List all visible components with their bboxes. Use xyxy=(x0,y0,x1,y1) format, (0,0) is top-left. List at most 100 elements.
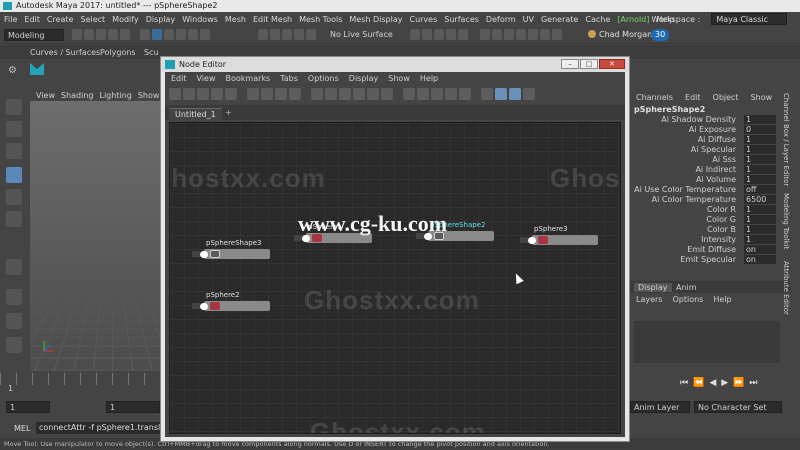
single-layout-icon[interactable] xyxy=(6,289,22,305)
live-surface-field[interactable]: No Live Surface xyxy=(330,30,393,39)
ne-output-icon[interactable] xyxy=(211,88,223,100)
menu-cache[interactable]: Cache xyxy=(585,15,610,24)
layer-menu-help[interactable]: Help xyxy=(713,295,731,304)
snap-curve-icon[interactable] xyxy=(270,29,280,40)
menu-uv[interactable]: UV xyxy=(523,15,534,24)
mask-icon-2[interactable] xyxy=(188,29,198,40)
menu-windows[interactable]: Windows xyxy=(182,15,218,24)
ne-menu-display[interactable]: Display xyxy=(349,74,379,86)
ne-menu-bookmarks[interactable]: Bookmarks xyxy=(225,74,270,86)
ne-custom-mode-icon[interactable] xyxy=(353,88,365,100)
channel-row[interactable]: Color R 1 xyxy=(630,205,780,215)
ne-show-grid-icon[interactable] xyxy=(509,88,521,100)
channel-row[interactable]: Color B 1 xyxy=(630,225,780,235)
channel-value-field[interactable]: 1 xyxy=(744,115,776,124)
channel-menu-channels[interactable]: Channels xyxy=(636,93,673,102)
go-to-start-icon[interactable]: ⏮ xyxy=(680,378,688,388)
mask-icon[interactable] xyxy=(176,29,186,40)
layer-menu-options[interactable]: Options xyxy=(672,295,703,304)
menu-select[interactable]: Select xyxy=(80,15,105,24)
channel-row[interactable]: Ai Exposure 0 xyxy=(630,125,780,135)
node-graph[interactable]: Ghostxx.com Ghostxx.com Ghostxx.com Ghos… xyxy=(169,122,621,434)
output-port[interactable] xyxy=(200,251,207,258)
channel-row[interactable]: Ai Diffuse 1 xyxy=(630,135,780,145)
add-tab-button[interactable]: + xyxy=(225,108,232,117)
menu-display[interactable]: Display xyxy=(146,15,176,24)
workspace-dropdown[interactable]: Maya Classic xyxy=(711,13,787,25)
ne-input-icon[interactable] xyxy=(197,88,209,100)
snap-view-icon[interactable] xyxy=(294,29,304,40)
channel-value-field[interactable]: 0 xyxy=(744,125,776,134)
menu-create[interactable]: Create xyxy=(47,15,74,24)
ne-menu-options[interactable]: Options xyxy=(308,74,339,86)
viewport-menu-shading[interactable]: Shading xyxy=(61,91,94,100)
channel-value-field[interactable]: off xyxy=(744,185,776,194)
channel-menu-edit[interactable]: Edit xyxy=(685,93,701,102)
node-grip-icon[interactable] xyxy=(192,251,200,257)
character-set-field[interactable]: No Character Set xyxy=(694,401,782,413)
outliner-layout-icon[interactable] xyxy=(6,337,22,353)
tab-display[interactable]: Display xyxy=(634,283,672,292)
hypershade-icon[interactable] xyxy=(446,29,456,40)
node-grip-icon[interactable] xyxy=(520,237,528,243)
channel-row[interactable]: Intensity 1 xyxy=(630,235,780,245)
ne-bookmark-next-icon[interactable] xyxy=(431,88,443,100)
select-component-icon[interactable] xyxy=(164,29,174,40)
shelf-tab-polygons[interactable]: Polygons xyxy=(100,48,136,57)
step-forward-icon[interactable]: ⏩ xyxy=(733,378,744,388)
redo-icon[interactable] xyxy=(120,29,130,40)
channel-menu-object[interactable]: Object xyxy=(713,93,739,102)
ne-grid-icon[interactable] xyxy=(459,88,471,100)
channel-row[interactable]: Emit Diffuse on xyxy=(630,245,780,255)
shelf-tab-sculpting[interactable]: Scu xyxy=(144,48,159,57)
ne-menu-edit[interactable]: Edit xyxy=(171,74,187,86)
channel-row[interactable]: Ai Volume 1 xyxy=(630,175,780,185)
channel-value-field[interactable]: 1 xyxy=(744,225,776,234)
ne-clear-graph-icon[interactable] xyxy=(225,88,237,100)
menu-edit[interactable]: Edit xyxy=(24,15,40,24)
command-language-label[interactable]: MEL xyxy=(14,424,30,433)
menu-generate[interactable]: Generate xyxy=(541,15,578,24)
snap-point-icon[interactable] xyxy=(282,29,292,40)
menu-mesh[interactable]: Mesh xyxy=(225,15,246,24)
anim-layer-field[interactable]: Anim Layer xyxy=(630,401,690,413)
lasso-tool-icon[interactable] xyxy=(6,121,22,137)
snap-grid-icon[interactable] xyxy=(258,29,268,40)
menu-surfaces[interactable]: Surfaces xyxy=(444,15,479,24)
menu-edit-mesh[interactable]: Edit Mesh xyxy=(253,15,292,24)
channel-menu-show[interactable]: Show xyxy=(751,93,773,102)
viewport-menu-view[interactable]: View xyxy=(36,91,55,100)
side-tab-attribute-editor[interactable]: Attribute Editor xyxy=(780,261,790,315)
ipr-render-icon[interactable] xyxy=(422,29,432,40)
channel-value-field[interactable]: 1 xyxy=(744,165,776,174)
ne-grid-snap-icon[interactable] xyxy=(495,88,507,100)
arnold-render-icon[interactable] xyxy=(458,29,468,40)
toggle-panel-icon-2[interactable] xyxy=(492,29,502,40)
menu-file[interactable]: File xyxy=(4,15,17,24)
notification-badge[interactable]: 30 xyxy=(651,29,670,41)
toggle-panel-icon-6[interactable] xyxy=(540,29,550,40)
paint-select-icon[interactable] xyxy=(6,143,22,159)
scale-tool-icon[interactable] xyxy=(6,211,22,227)
channel-row[interactable]: Ai Sss 1 xyxy=(630,155,780,165)
ne-full-mode-icon[interactable] xyxy=(339,88,351,100)
maya-logo-icon[interactable] xyxy=(30,63,44,75)
new-scene-icon[interactable] xyxy=(72,29,82,40)
ne-simple-mode-icon[interactable] xyxy=(311,88,323,100)
four-layout-icon[interactable] xyxy=(6,313,22,329)
shelf-gear-icon[interactable]: ⚙ xyxy=(8,65,17,76)
ne-connected-mode-icon[interactable] xyxy=(325,88,337,100)
maximize-button[interactable]: □ xyxy=(580,59,598,69)
side-tab-channel-box[interactable]: Channel Box / Layer Editor xyxy=(780,93,790,186)
move-tool-icon[interactable] xyxy=(6,167,22,183)
toggle-panel-icon-7[interactable] xyxy=(552,29,562,40)
layer-list[interactable] xyxy=(634,321,780,363)
channel-value-field[interactable]: 1 xyxy=(744,235,776,244)
channel-value-field[interactable]: on xyxy=(744,245,776,254)
select-tool-icon[interactable] xyxy=(6,99,22,115)
tab-anim[interactable]: Anim xyxy=(676,283,697,292)
ne-bookmark-prev-icon[interactable] xyxy=(417,88,429,100)
ne-frame-selected-icon[interactable] xyxy=(261,88,273,100)
menu-modify[interactable]: Modify xyxy=(112,15,139,24)
channel-box-object-name[interactable]: pSphereShape2 xyxy=(634,105,705,114)
